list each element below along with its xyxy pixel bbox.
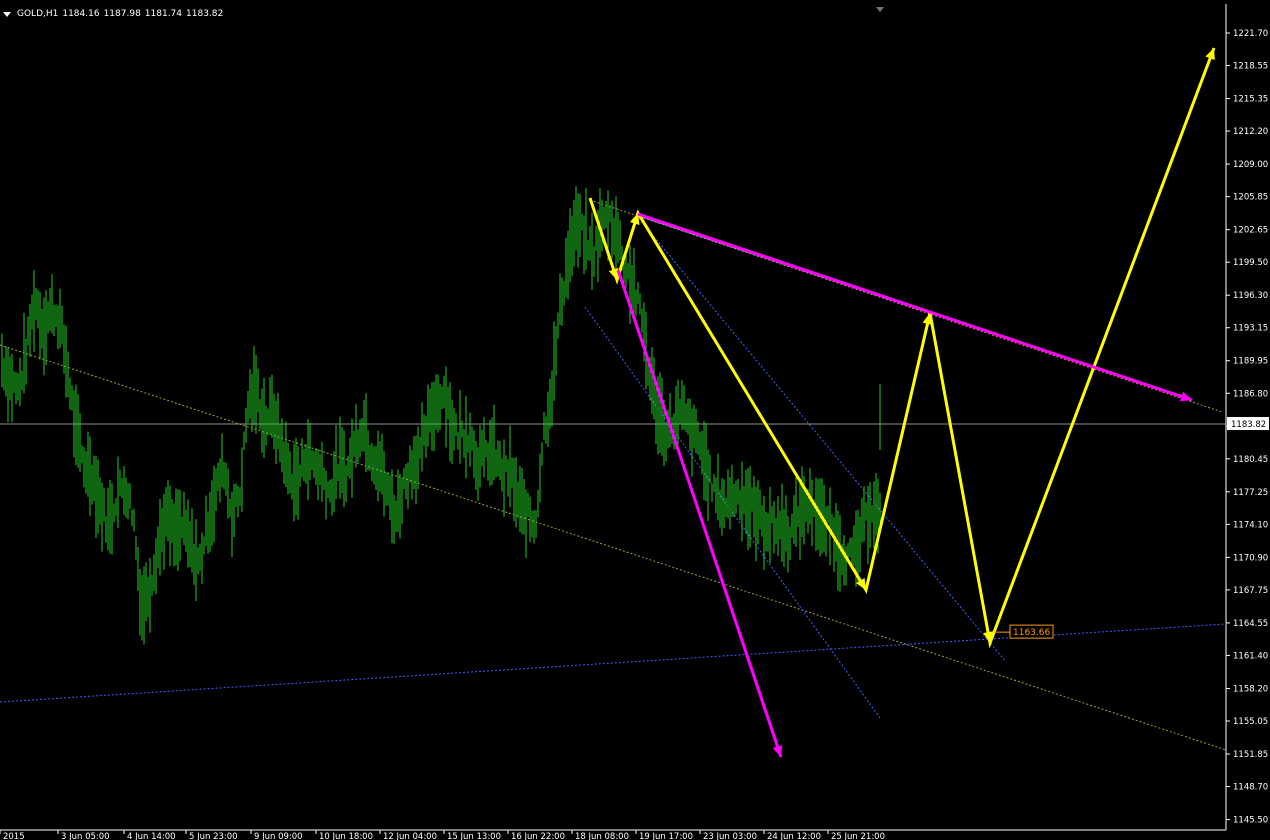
- y-tick-label: 1196.30: [1233, 291, 1268, 301]
- y-tick-label: 1161.40: [1233, 651, 1268, 661]
- x-tick-label: 15 Jun 13:00: [447, 832, 501, 840]
- y-tick-label: 1145.50: [1233, 816, 1268, 826]
- x-tick-label: 12 Jun 04:00: [383, 832, 437, 840]
- olive-top-line: [589, 199, 1223, 413]
- y-tick-label: 1151.85: [1233, 750, 1268, 760]
- yellow-wave-arrow[interactable]: [588, 47, 1216, 649]
- y-tick-label: 1199.50: [1233, 258, 1268, 268]
- y-tick-label: 1193.15: [1233, 324, 1268, 334]
- y-tick-label: 1164.55: [1233, 619, 1268, 629]
- y-tick-label: 1202.65: [1233, 226, 1268, 236]
- x-tick-label: 10 Jun 18:00: [319, 832, 373, 840]
- magenta-resistance-arrow-head: [1179, 391, 1192, 402]
- y-tick-label: 1170.90: [1233, 553, 1268, 563]
- target-price-label: 1163.66: [1013, 628, 1050, 638]
- y-tick-label: 1189.95: [1233, 357, 1268, 367]
- olive-trendline: [0, 344, 1227, 751]
- y-tick-label: 1215.35: [1233, 95, 1268, 105]
- x-tick-label: 24 Jun 12:00: [767, 832, 821, 840]
- x-tick-label: 4 Jun 14:00: [127, 832, 176, 840]
- y-tick-label: 1218.55: [1233, 62, 1268, 72]
- x-tick-label: 3 Jun 05:00: [61, 832, 110, 840]
- y-tick-label: 1186.80: [1233, 389, 1268, 399]
- current-price-label: 1183.82: [1231, 420, 1266, 430]
- x-tick-label: 9 Jun 09:00: [254, 832, 303, 840]
- y-tick-label: 1167.75: [1233, 586, 1268, 596]
- y-tick-label: 1221.70: [1233, 29, 1268, 39]
- yellow-wave-arrow-head: [1205, 48, 1215, 61]
- y-tick-label: 1174.10: [1233, 520, 1268, 530]
- magenta-down-arrow-head: [772, 744, 783, 757]
- x-tick-label: 5 Jun 23:00: [189, 832, 238, 840]
- x-tick-label: 18 Jun 08:00: [575, 832, 629, 840]
- y-tick-label: 1205.85: [1233, 193, 1268, 203]
- y-tick-label: 1212.20: [1233, 127, 1268, 137]
- x-tick-label: 25 Jun 21:00: [831, 832, 885, 840]
- magenta-down-arrow[interactable]: [616, 269, 783, 758]
- y-tick-label: 1158.20: [1233, 684, 1268, 694]
- x-tick-label: 23 Jun 03:00: [703, 832, 757, 840]
- scroll-marker-icon[interactable]: [876, 7, 884, 12]
- y-tick-label: 1180.45: [1233, 455, 1268, 465]
- x-tick-label: Jun 2015: [0, 832, 25, 840]
- y-tick-label: 1209.00: [1233, 160, 1268, 170]
- y-tick-label: 1177.25: [1233, 488, 1268, 498]
- price-chart[interactable]: 1221.70 1218.55 1215.35 1212.20 1209.00 1205.…: [0, 0, 1270, 840]
- y-tick-label: 1148.70: [1233, 783, 1268, 793]
- x-tick-label: 16 Jun 22:00: [511, 832, 565, 840]
- x-tick-label: 19 Jun 17:00: [639, 832, 693, 840]
- y-tick-label: 1155.05: [1233, 717, 1268, 727]
- yellow-wave-arrow-head: [608, 267, 619, 280]
